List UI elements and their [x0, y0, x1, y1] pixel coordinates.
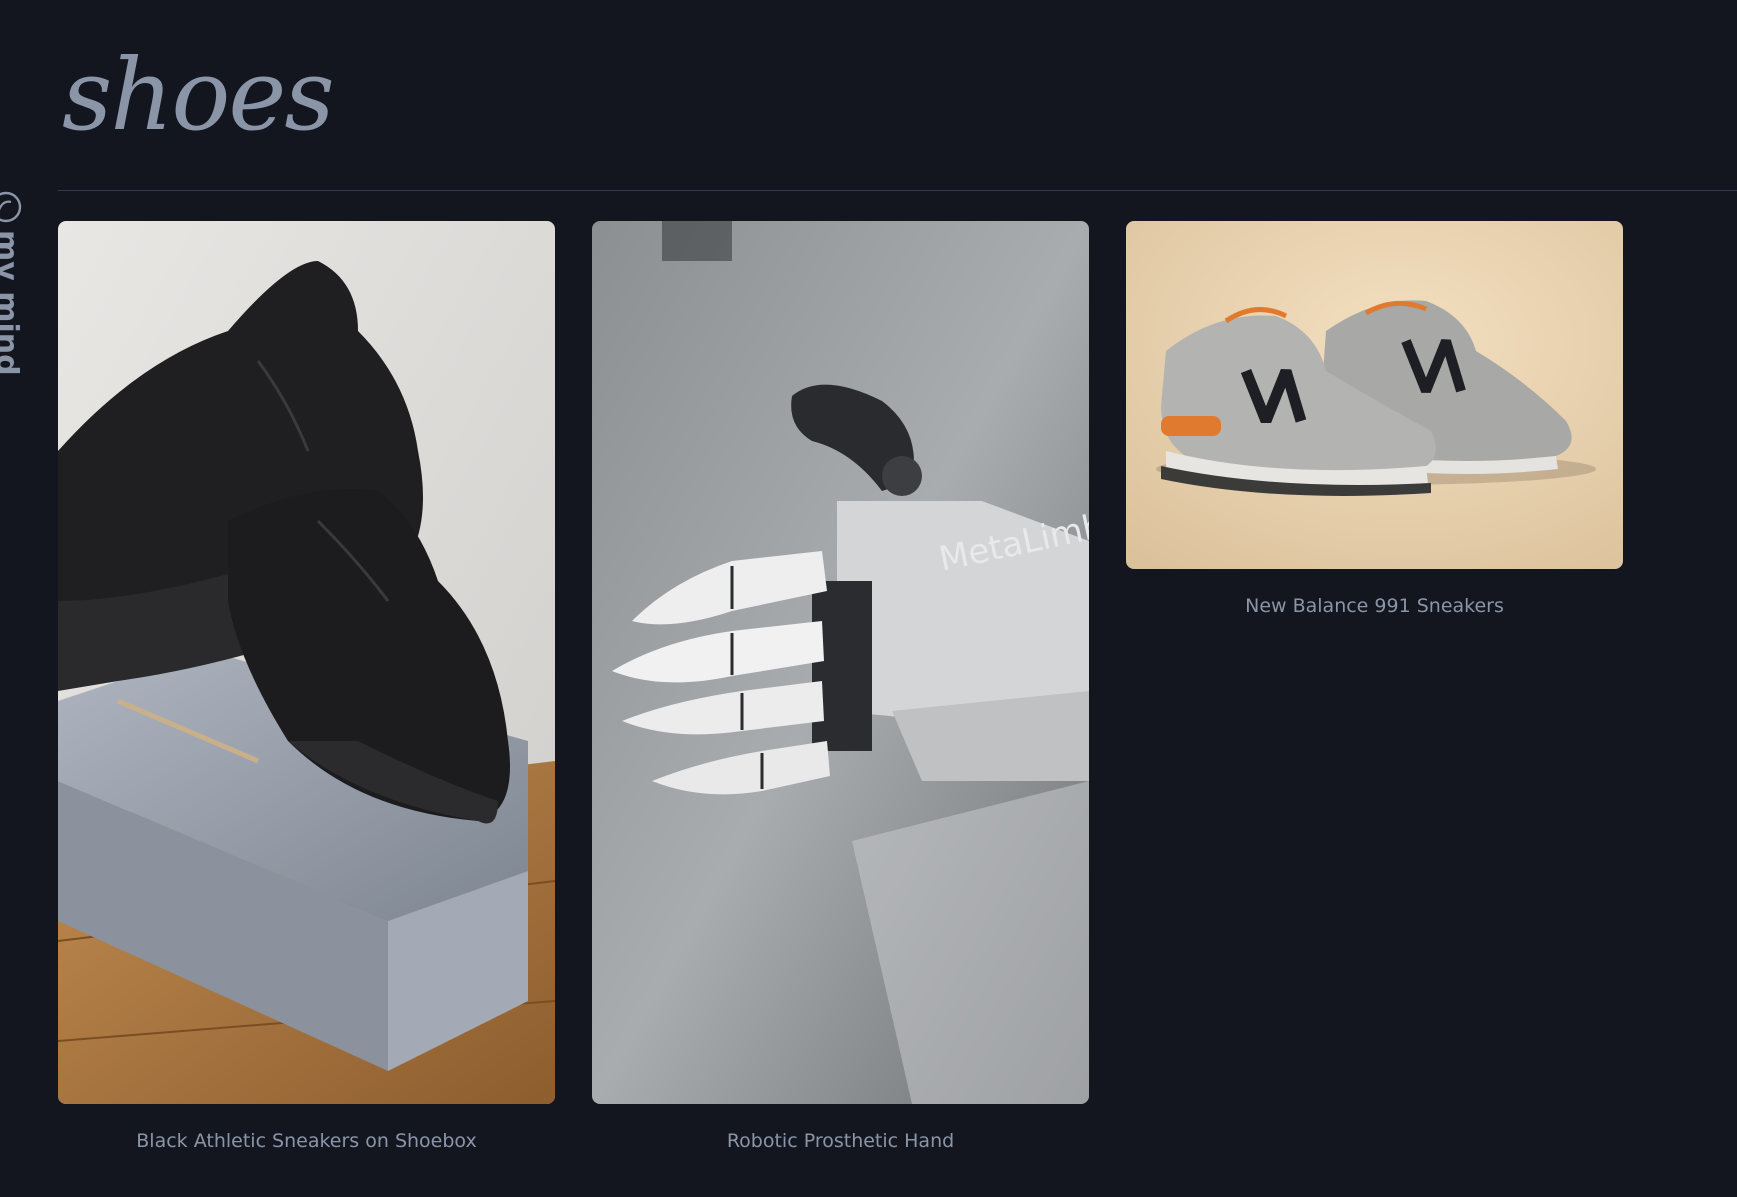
card-caption: Black Athletic Sneakers on Shoebox: [136, 1130, 477, 1152]
header-divider: [58, 190, 1737, 191]
image-gallery: Black Athletic Sneakers on Shoebox MetaL…: [58, 221, 1623, 1152]
brain-icon: [0, 191, 22, 223]
page: my mind shoes Black Athletic Sneakers on…: [0, 0, 1737, 1197]
card-image[interactable]: MetaLimbs: [592, 221, 1089, 1104]
robotic-hand-photo: MetaLimbs: [592, 221, 1089, 1104]
black-sneakers-photo: [58, 221, 555, 1104]
new-balance-sneakers-photo: [1126, 221, 1623, 569]
card-caption: Robotic Prosthetic Hand: [726, 1130, 955, 1152]
card-image[interactable]: [1126, 221, 1623, 569]
side-brand-tab[interactable]: my mind: [0, 190, 26, 400]
card-image[interactable]: [58, 221, 555, 1104]
gallery-card[interactable]: New Balance 991 Sneakers: [1126, 221, 1623, 617]
card-caption: New Balance 991 Sneakers: [1245, 595, 1504, 617]
gallery-card[interactable]: MetaLimbs Robotic Prosthetic Hand: [592, 221, 1089, 1152]
brand-name: my mind: [0, 230, 24, 376]
page-title: shoes: [62, 39, 335, 153]
gallery-card[interactable]: Black Athletic Sneakers on Shoebox: [58, 221, 555, 1152]
